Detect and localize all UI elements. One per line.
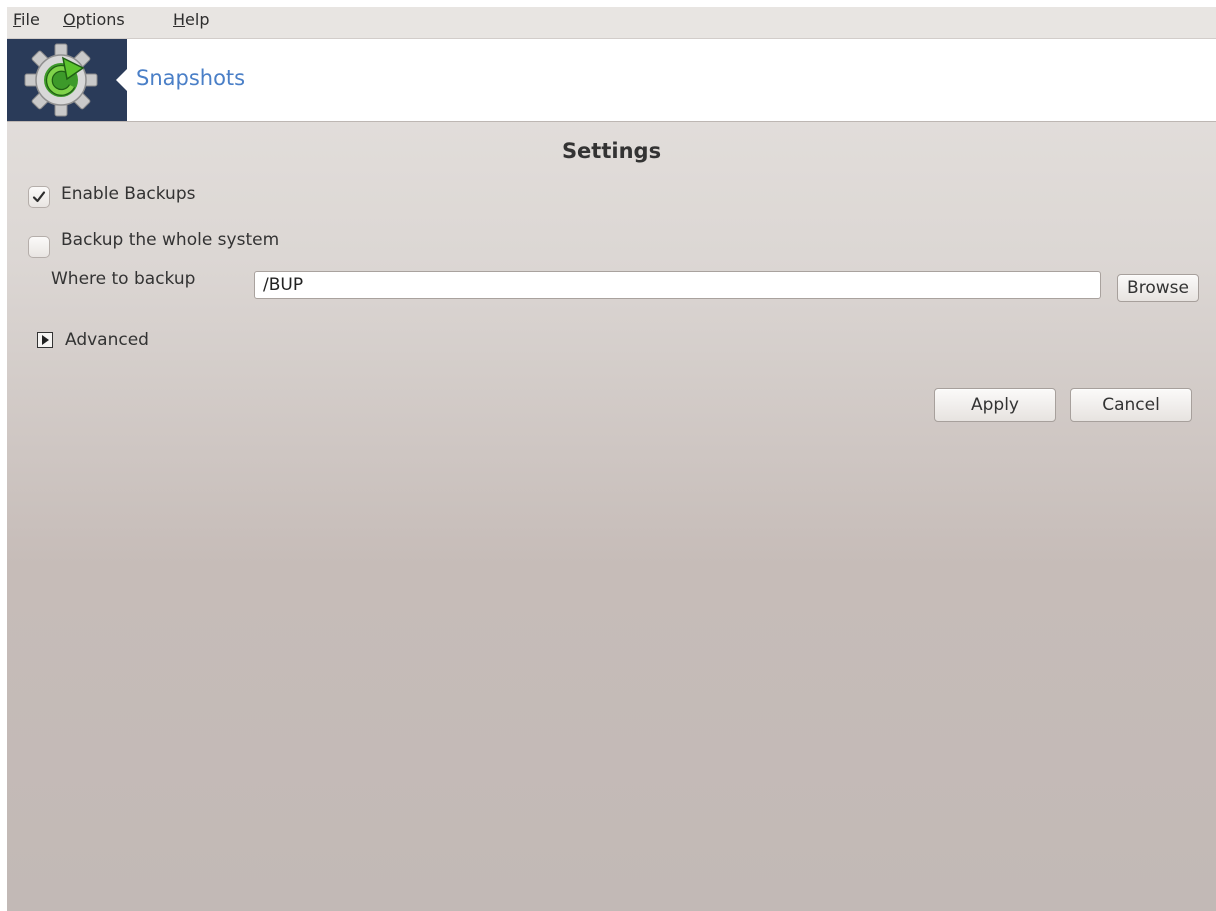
banner: Snapshots: [7, 39, 1216, 122]
backup-path-input[interactable]: [254, 271, 1101, 299]
enable-backups-checkbox[interactable]: [28, 186, 50, 208]
checkmark-icon: [32, 191, 46, 203]
banner-title: Snapshots: [136, 66, 246, 90]
banner-notch: [116, 69, 127, 91]
enable-backups-label[interactable]: Enable Backups: [61, 184, 195, 204]
advanced-label[interactable]: Advanced: [65, 330, 149, 350]
advanced-expander[interactable]: [37, 332, 53, 348]
where-to-backup-label: Where to backup: [51, 269, 196, 289]
browse-button[interactable]: Browse: [1117, 274, 1199, 302]
banner-logo: [7, 39, 127, 121]
apply-button[interactable]: Apply: [934, 388, 1056, 422]
triangle-right-icon: [42, 335, 49, 345]
menu-help[interactable]: Help: [173, 10, 209, 29]
settings-title: Settings: [561, 139, 662, 163]
gear-refresh-icon: [24, 43, 98, 117]
app-window: File Options Help Snapshots Settings Ena…: [7, 7, 1216, 911]
whole-system-checkbox[interactable]: [28, 236, 50, 258]
cancel-button[interactable]: Cancel: [1070, 388, 1192, 422]
menu-file[interactable]: File: [13, 10, 40, 29]
menubar: File Options Help: [7, 7, 1216, 39]
menu-options[interactable]: Options: [63, 10, 125, 29]
whole-system-label[interactable]: Backup the whole system: [61, 230, 279, 250]
